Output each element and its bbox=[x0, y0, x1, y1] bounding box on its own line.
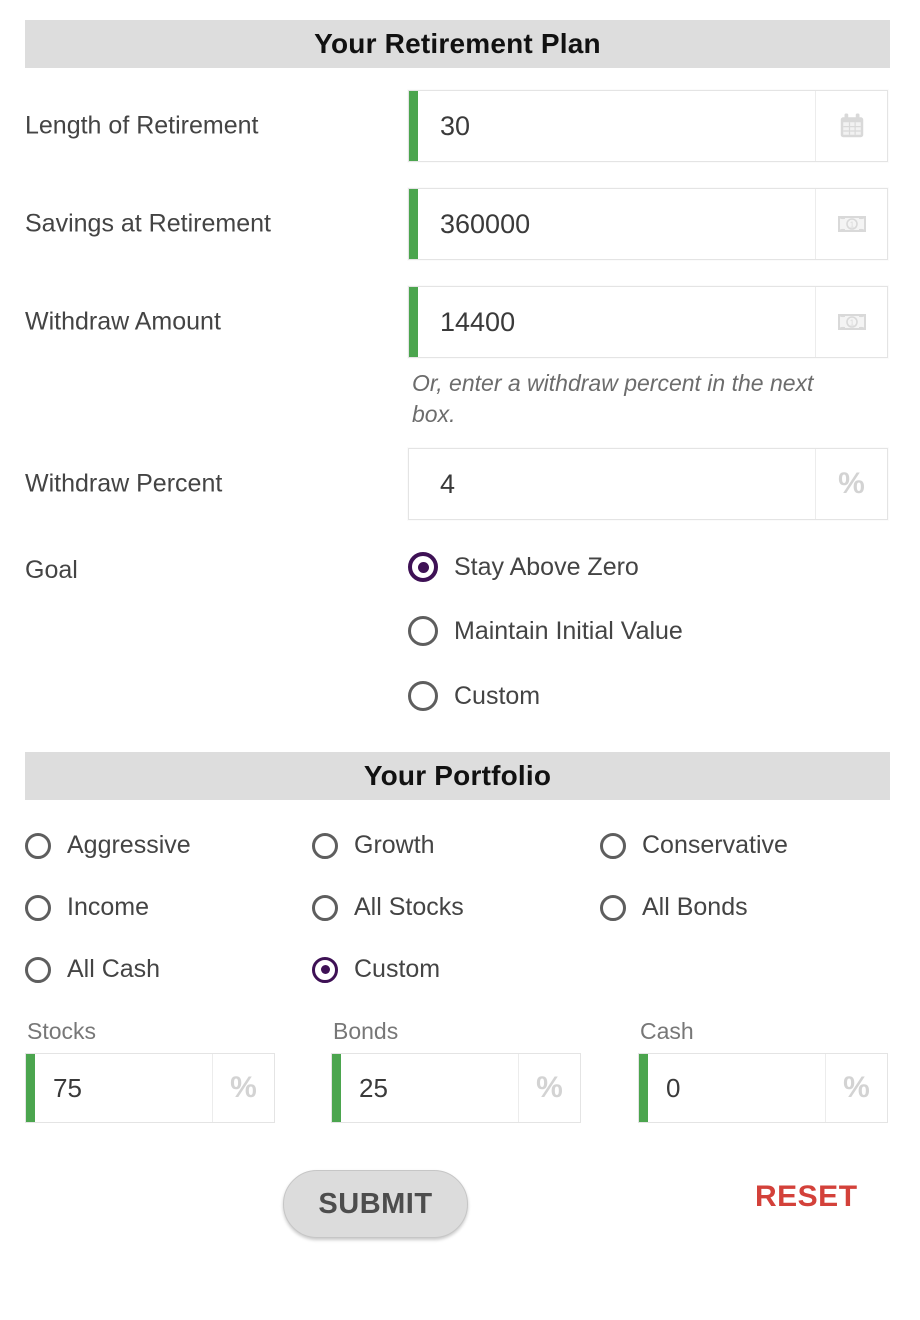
label-goal: Goal bbox=[25, 556, 78, 584]
percent-icon: % bbox=[518, 1054, 580, 1122]
field-row-savings-at-retirement: Savings at Retirement 360000 1 bbox=[0, 188, 920, 260]
label-withdraw-amount: Withdraw Amount bbox=[25, 307, 221, 336]
radio-dot-icon[interactable] bbox=[25, 894, 51, 921]
calendar-icon bbox=[815, 91, 887, 161]
radio-portfolio-label: All Bonds bbox=[642, 893, 748, 921]
field-row-withdraw-percent: Withdraw Percent 4 % bbox=[0, 448, 920, 520]
accent-bar bbox=[409, 287, 418, 357]
radio-portfolio-label: All Cash bbox=[67, 955, 161, 983]
label-length-of-retirement: Length of Retirement bbox=[25, 111, 259, 140]
label-savings-at-retirement: Savings at Retirement bbox=[25, 209, 271, 238]
radio-portfolio-label: Custom bbox=[354, 955, 441, 983]
allocation-cash-input[interactable]: 0 % bbox=[638, 1053, 888, 1123]
radio-dot-icon[interactable] bbox=[600, 894, 626, 921]
radio-portfolio-label: Aggressive bbox=[67, 831, 191, 859]
radio-portfolio-label: All Stocks bbox=[354, 893, 464, 921]
radio-dot-icon[interactable] bbox=[312, 832, 338, 859]
allocation-bonds-input[interactable]: 25 % bbox=[331, 1053, 581, 1123]
svg-text:1: 1 bbox=[849, 221, 854, 230]
percent-symbol: % bbox=[843, 1071, 870, 1104]
radio-goal-label: Custom bbox=[454, 681, 541, 710]
radio-goal-maintain-initial-value[interactable]: Maintain Initial Value bbox=[408, 616, 683, 646]
input-withdraw-amount[interactable]: 14400 1 bbox=[408, 286, 888, 358]
radio-portfolio-income[interactable]: Income bbox=[25, 893, 149, 922]
input-withdraw-amount-value[interactable]: 14400 bbox=[418, 287, 815, 357]
accent-bar bbox=[332, 1054, 341, 1122]
allocation-bonds-value[interactable]: 25 bbox=[341, 1054, 518, 1122]
radio-dot-icon[interactable] bbox=[312, 894, 338, 921]
radio-portfolio-label: Conservative bbox=[642, 831, 788, 859]
accent-bar bbox=[639, 1054, 648, 1122]
accent-bar bbox=[409, 189, 418, 259]
radio-portfolio-all-stocks[interactable]: All Stocks bbox=[312, 893, 464, 922]
retirement-plan-header: Your Retirement Plan bbox=[25, 20, 890, 68]
allocation-bonds: Bonds 25 % bbox=[331, 1018, 581, 1123]
radio-dot-icon[interactable] bbox=[600, 832, 626, 859]
radio-goal-stay-above-zero[interactable]: Stay Above Zero bbox=[408, 552, 639, 582]
radio-portfolio-growth[interactable]: Growth bbox=[312, 831, 435, 860]
percent-icon: % bbox=[825, 1054, 887, 1122]
radio-goal-custom[interactable]: Custom bbox=[408, 681, 540, 711]
radio-portfolio-all-cash[interactable]: All Cash bbox=[25, 955, 160, 984]
radio-portfolio-label: Growth bbox=[354, 831, 435, 859]
allocation-cash: Cash 0 % bbox=[638, 1018, 888, 1123]
withdraw-helper-text: Or, enter a withdraw percent in the next… bbox=[412, 370, 814, 428]
svg-text:1: 1 bbox=[849, 319, 854, 328]
allocation-stocks-input[interactable]: 75 % bbox=[25, 1053, 275, 1123]
label-withdraw-percent: Withdraw Percent bbox=[25, 469, 223, 498]
submit-button[interactable]: SUBMIT bbox=[283, 1170, 468, 1238]
accent-bar bbox=[409, 91, 418, 161]
radio-dot-icon[interactable] bbox=[25, 956, 51, 983]
money-icon: 1 bbox=[815, 287, 887, 357]
input-withdraw-percent[interactable]: 4 % bbox=[408, 448, 888, 520]
allocation-stocks: Stocks 75 % bbox=[25, 1018, 275, 1123]
allocation-bonds-caption: Bonds bbox=[333, 1018, 399, 1044]
radio-portfolio-custom[interactable]: Custom bbox=[312, 955, 440, 984]
input-withdraw-percent-value[interactable]: 4 bbox=[409, 449, 815, 519]
percent-symbol: % bbox=[838, 467, 865, 500]
allocation-stocks-caption: Stocks bbox=[27, 1018, 97, 1044]
percent-icon: % bbox=[212, 1054, 274, 1122]
radio-dot-icon[interactable] bbox=[408, 681, 438, 711]
radio-goal-label: Stay Above Zero bbox=[454, 552, 639, 581]
radio-dot-icon[interactable] bbox=[408, 616, 438, 646]
radio-portfolio-aggressive[interactable]: Aggressive bbox=[25, 831, 191, 860]
radio-portfolio-conservative[interactable]: Conservative bbox=[600, 831, 788, 860]
field-row-length-of-retirement: Length of Retirement 30 bbox=[0, 90, 920, 162]
radio-dot-icon[interactable] bbox=[25, 832, 51, 859]
radio-dot-icon[interactable] bbox=[312, 956, 338, 983]
allocation-cash-value[interactable]: 0 bbox=[648, 1054, 825, 1122]
allocation-stocks-value[interactable]: 75 bbox=[35, 1054, 212, 1122]
input-savings-at-retirement[interactable]: 360000 1 bbox=[408, 188, 888, 260]
percent-symbol: % bbox=[230, 1071, 257, 1104]
radio-dot-icon[interactable] bbox=[408, 552, 438, 582]
radio-portfolio-all-bonds[interactable]: All Bonds bbox=[600, 893, 748, 922]
field-row-withdraw-amount: Withdraw Amount 14400 1 bbox=[0, 286, 920, 358]
input-savings-at-retirement-value[interactable]: 360000 bbox=[418, 189, 815, 259]
percent-symbol: % bbox=[536, 1071, 563, 1104]
input-length-of-retirement-value[interactable]: 30 bbox=[418, 91, 815, 161]
allocation-cash-caption: Cash bbox=[640, 1018, 694, 1044]
reset-button[interactable]: RESET bbox=[755, 1180, 858, 1214]
percent-icon: % bbox=[815, 449, 887, 519]
input-length-of-retirement[interactable]: 30 bbox=[408, 90, 888, 162]
radio-portfolio-label: Income bbox=[67, 893, 149, 921]
radio-goal-label: Maintain Initial Value bbox=[454, 616, 683, 645]
money-icon: 1 bbox=[815, 189, 887, 259]
portfolio-header: Your Portfolio bbox=[25, 752, 890, 800]
accent-bar bbox=[26, 1054, 35, 1122]
